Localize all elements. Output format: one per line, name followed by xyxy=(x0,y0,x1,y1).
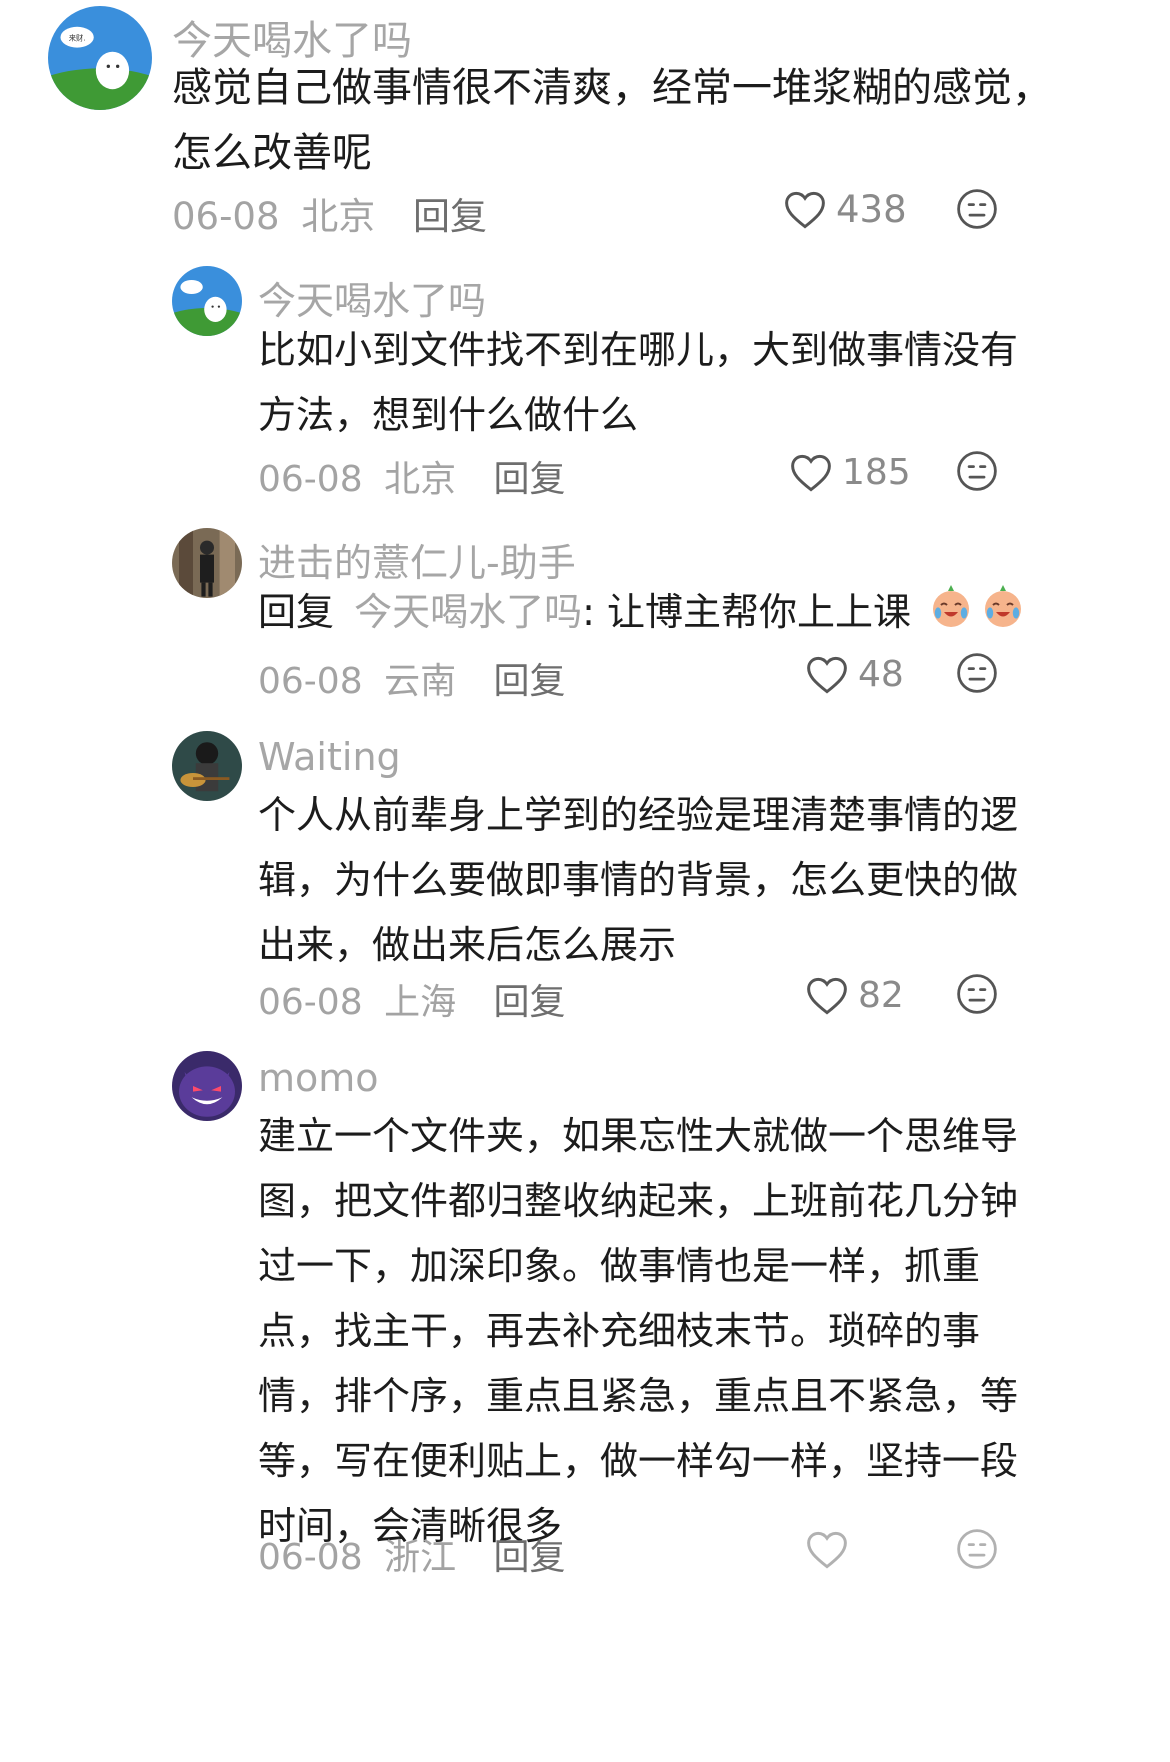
like-count: 82 xyxy=(858,975,904,1016)
avatar[interactable] xyxy=(172,1051,242,1121)
like-count: 185 xyxy=(842,452,911,493)
reply-text: : 让博主帮你上上课 xyxy=(582,590,912,634)
like-count: 438 xyxy=(836,188,907,231)
neutral-face-icon xyxy=(957,1529,997,1569)
reply-button[interactable]: 回复 xyxy=(494,459,566,500)
username[interactable]: 进击的薏仁儿-助手 xyxy=(258,532,576,587)
comment-location: 北京 xyxy=(384,459,457,500)
comment-line: 比如小到文件找不到在哪儿，大到做事情没有 xyxy=(258,328,1019,372)
like-button[interactable]: 438 xyxy=(784,188,907,231)
heart-outline-icon xyxy=(807,656,847,694)
comment-meta: 06-08 云南 回复 xyxy=(258,652,566,704)
reply-button[interactable]: 回复 xyxy=(494,661,566,702)
comment-line: 图，把文件都归整收纳起来，上班前花几分钟 xyxy=(258,1179,1019,1223)
heart-outline-icon xyxy=(807,977,847,1015)
heart-outline-icon xyxy=(785,191,825,229)
avatar[interactable] xyxy=(172,528,242,598)
crying-laughing-emoji-icon xyxy=(927,581,975,649)
avatar[interactable] xyxy=(172,266,242,336)
comment-line: 感觉自己做事情很不清爽，经常一堆浆糊的感觉， xyxy=(172,65,1052,111)
like-button[interactable]: 82 xyxy=(806,975,904,1016)
comment-meta: 06-08 上海 回复 xyxy=(258,973,566,1025)
reply-button[interactable]: 回复 xyxy=(494,982,566,1023)
comment-meta: 06-08 北京 回复 xyxy=(172,186,487,240)
comment-thread: 来财. 今天喝水了吗 感觉自己做事情很不清爽，经常一堆浆糊的感觉， 怎么改善呢 … xyxy=(0,0,1170,1762)
comment-location: 浙江 xyxy=(384,1537,457,1578)
username[interactable]: 今天喝水了吗 xyxy=(258,270,486,325)
username[interactable]: momo xyxy=(258,1056,379,1100)
heart-outline-icon xyxy=(791,454,831,492)
reply-prefix: 回复 xyxy=(258,590,335,634)
comment-line: 个人从前辈身上学到的经验是理清楚事情的逻 xyxy=(258,793,1019,837)
comment-line: 建立一个文件夹，如果忘性大就做一个思维导 xyxy=(258,1114,1019,1158)
comment-text: 建立一个文件夹，如果忘性大就做一个思维导 图，把文件都归整收纳起来，上班前花几分… xyxy=(258,1104,1018,1559)
heart-outline-icon xyxy=(807,1531,847,1569)
comment-meta: 06-08 北京 回复 xyxy=(258,450,566,502)
dislike-button[interactable] xyxy=(956,652,998,694)
neutral-face-icon xyxy=(957,189,997,229)
comment-date: 06-08 xyxy=(258,459,363,500)
comment-line: 点，找主干，再去补充细枝末节。琐碎的事 xyxy=(258,1309,981,1353)
comment-meta: 06-08 浙江 回复 xyxy=(258,1528,566,1580)
crying-laughing-emoji-icon xyxy=(979,581,1027,649)
reply-target-username[interactable]: 今天喝水了吗 xyxy=(354,590,582,634)
comment-date: 06-08 xyxy=(258,1537,363,1578)
username[interactable]: Waiting xyxy=(258,735,401,779)
dislike-button[interactable] xyxy=(956,1528,998,1570)
like-button[interactable]: 185 xyxy=(790,452,911,493)
comment-line: 等，写在便利贴上，做一样勾一样，坚持一段 xyxy=(258,1439,1019,1483)
neutral-face-icon xyxy=(957,451,997,491)
reply-button[interactable]: 回复 xyxy=(494,1537,566,1578)
comment-line: 回复 今天喝水了吗: 让博主帮你上上课 xyxy=(258,580,1027,649)
avatar[interactable]: 来财. xyxy=(48,6,152,110)
comment-date: 06-08 xyxy=(258,661,363,702)
svg-text:来财.: 来财. xyxy=(69,33,86,42)
comment-text: 个人从前辈身上学到的经验是理清楚事情的逻 辑，为什么要做即事情的背景，怎么更快的… xyxy=(258,783,1018,978)
like-button[interactable] xyxy=(806,1530,858,1570)
dislike-button[interactable] xyxy=(956,450,998,492)
like-button[interactable]: 48 xyxy=(806,654,904,695)
comment-location: 北京 xyxy=(301,195,376,238)
neutral-face-icon xyxy=(957,974,997,1014)
comment-text: 感觉自己做事情很不清爽，经常一堆浆糊的感觉， 怎么改善呢 xyxy=(172,56,1052,186)
comment-line: 出来，做出来后怎么展示 xyxy=(258,923,677,967)
like-count: 48 xyxy=(858,654,904,695)
comment-line: 方法，想到什么做什么 xyxy=(258,393,639,437)
comment-line: 情，排个序，重点且紧急，重点且不紧急，等 xyxy=(258,1374,1019,1418)
neutral-face-icon xyxy=(957,653,997,693)
comment-location: 上海 xyxy=(384,982,457,1023)
dislike-button[interactable] xyxy=(956,188,998,230)
comment-line: 怎么改善呢 xyxy=(172,130,372,176)
dislike-button[interactable] xyxy=(956,973,998,1015)
comment-text: 比如小到文件找不到在哪儿，大到做事情没有 方法，想到什么做什么 xyxy=(258,318,1018,448)
reply-button[interactable]: 回复 xyxy=(413,195,487,238)
avatar[interactable] xyxy=(172,731,242,801)
comment-text: 回复 今天喝水了吗: 让博主帮你上上课 xyxy=(258,580,1027,649)
comment-date: 06-08 xyxy=(258,982,363,1023)
comment-line: 过一下，加深印象。做事情也是一样，抓重 xyxy=(258,1244,981,1288)
comment-date: 06-08 xyxy=(172,195,280,238)
comment-line: 辑，为什么要做即事情的背景，怎么更快的做 xyxy=(258,858,1019,902)
comment-location: 云南 xyxy=(384,661,457,702)
